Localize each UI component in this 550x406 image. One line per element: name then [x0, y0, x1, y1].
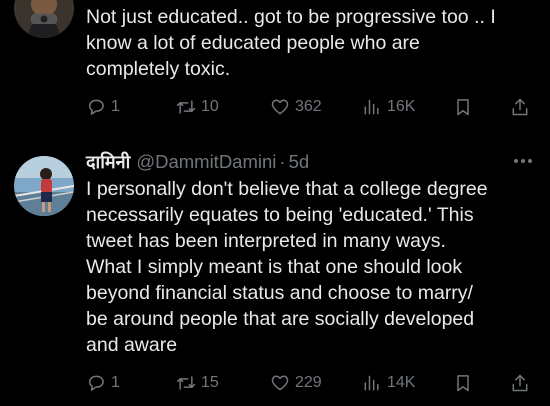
like-button[interactable]: 229: [270, 372, 322, 394]
reply-icon: [89, 99, 104, 115]
display-name[interactable]: दामिनी: [86, 150, 130, 174]
avatar[interactable]: [14, 0, 74, 38]
share-icon: [512, 98, 528, 116]
reply-button[interactable]: 1: [86, 96, 120, 118]
avatar[interactable]: [14, 156, 74, 216]
tweet-text: Not just educated.. got to be progressiv…: [86, 6, 496, 80]
retweet-button[interactable]: 15: [176, 372, 219, 394]
views-icon: [364, 99, 379, 115]
bookmark-icon: [457, 375, 469, 392]
retweet-count: 10: [201, 98, 219, 115]
user-handle[interactable]: @DammitDamini: [136, 151, 276, 173]
share-button[interactable]: [510, 96, 530, 118]
tweet-actions: 1 15 229 14K: [86, 372, 536, 394]
heart-icon: [271, 99, 289, 115]
tweet-previous[interactable]: Not just educated.. got to be progressiv…: [0, 0, 550, 128]
share-button[interactable]: [510, 372, 530, 394]
more-icon[interactable]: [514, 159, 532, 163]
reply-icon: [89, 375, 104, 391]
views-count: 16K: [387, 98, 416, 115]
like-button[interactable]: 362: [270, 96, 322, 118]
tweet-reply[interactable]: दामिनी @DammitDamini · 5d I personally d…: [0, 148, 550, 406]
retweet-icon: [176, 100, 196, 114]
views-button[interactable]: 14K: [362, 372, 415, 394]
like-count: 229: [295, 374, 322, 391]
avatar-image: [14, 156, 74, 216]
share-icon: [512, 374, 528, 392]
reply-count: 1: [111, 374, 120, 391]
reply-count: 1: [111, 98, 120, 115]
views-count: 14K: [387, 374, 416, 391]
reply-button[interactable]: 1: [86, 372, 120, 394]
retweet-button[interactable]: 10: [176, 96, 219, 118]
tweet-header: दामिनी @DammitDamini · 5d: [86, 148, 536, 176]
tweet-text: I personally don't believe that a colleg…: [86, 178, 488, 356]
views-icon: [364, 375, 379, 391]
retweet-count: 15: [201, 374, 219, 391]
like-count: 362: [295, 98, 322, 115]
separator: ·: [279, 151, 286, 172]
bookmark-button[interactable]: [453, 372, 473, 394]
avatar-image: [14, 0, 74, 38]
bookmark-icon: [457, 99, 469, 116]
tweet-actions: 1 10 362 16K: [86, 96, 536, 118]
views-button[interactable]: 16K: [362, 96, 415, 118]
retweet-icon: [176, 376, 196, 390]
heart-icon: [271, 375, 289, 391]
bookmark-button[interactable]: [453, 96, 473, 118]
timestamp[interactable]: 5d: [289, 151, 310, 173]
